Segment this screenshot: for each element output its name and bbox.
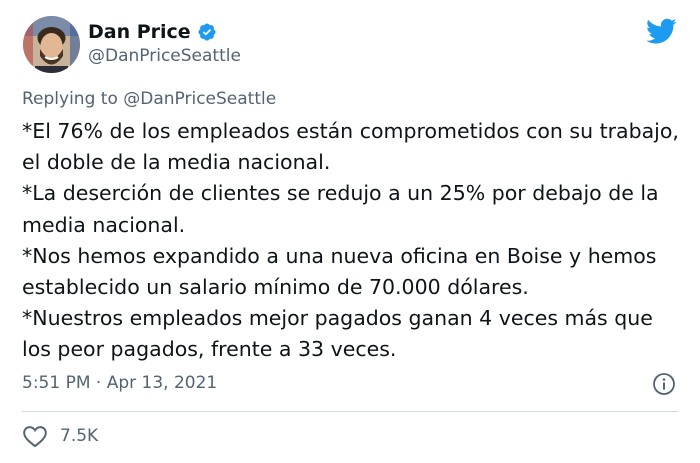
avatar-image: [23, 16, 80, 73]
info-icon[interactable]: [652, 372, 676, 396]
replying-to: Replying to @DanPriceSeattle: [22, 88, 276, 110]
replying-prefix: Replying to: [22, 89, 124, 109]
divider: [22, 411, 678, 412]
tweet-line: *El 76% de los empleados están compromet…: [22, 119, 679, 175]
tweet-line: *Nos hemos expandido a una nueva oficina…: [22, 243, 657, 300]
likes-count: 7.5K: [60, 426, 99, 446]
tweet-card: Dan Price @DanPriceSeattle Replying to @…: [0, 0, 700, 463]
tweet-text: *El 76% de los empleados están compromet…: [22, 116, 682, 366]
tweet-timestamp[interactable]: 5:51 PM · Apr 13, 2021: [22, 372, 217, 394]
avatar[interactable]: [23, 16, 80, 73]
author-name-text[interactable]: Dan Price: [88, 20, 191, 44]
author-name[interactable]: Dan Price: [88, 20, 217, 44]
twitter-bird-icon[interactable]: [646, 18, 677, 45]
tweet-line: *Nuestros empleados mejor pagados ganan …: [22, 306, 653, 362]
likes-button[interactable]: 7.5K: [22, 424, 98, 448]
tweet-line: *La deserción de clientes se redujo a un…: [22, 181, 659, 237]
author-handle[interactable]: @DanPriceSeattle: [88, 45, 241, 67]
verified-badge-icon: [198, 23, 216, 41]
heart-icon: [23, 426, 47, 448]
reply-mention-link[interactable]: @DanPriceSeattle: [123, 89, 276, 109]
